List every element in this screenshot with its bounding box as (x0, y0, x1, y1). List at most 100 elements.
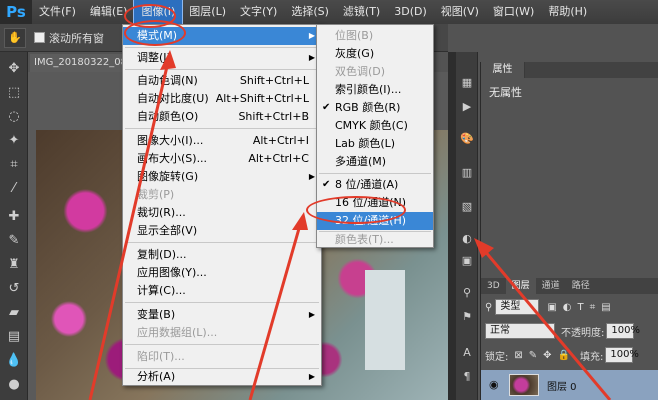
marquee-tool-icon[interactable]: ⬚ (4, 82, 24, 102)
submenu-arrow-icon: ▶ (308, 53, 315, 62)
mode-item-lab[interactable]: Lab 颜色(L) (317, 135, 433, 153)
tab-3d[interactable]: 3D (481, 278, 506, 294)
tab-paths[interactable]: 路径 (566, 278, 596, 294)
submenu-arrow-icon: ▶ (308, 31, 315, 40)
menu-item-label: 分析(A) (137, 370, 176, 383)
paragraph-panel-icon[interactable]: ¶ (459, 368, 475, 384)
magic-wand-icon[interactable]: ✦ (4, 130, 24, 150)
mode-item-multichannel[interactable]: 多通道(M) (317, 153, 433, 171)
menu-item-label: 计算(C)... (137, 284, 186, 297)
properties-content: 无属性 (489, 86, 522, 99)
menu-window[interactable]: 窗口(W) (486, 0, 541, 24)
blend-row: 正常 不透明度: 100% (485, 322, 640, 340)
dodge-tool-icon[interactable]: ● (4, 374, 24, 394)
mode-item-indexed-color[interactable]: 索引颜色(I)... (317, 81, 433, 99)
menu-item-label: 多通道(M) (335, 155, 387, 168)
eraser-tool-icon[interactable]: ▰ (4, 302, 24, 322)
layer-name[interactable]: 图层 0 (547, 378, 577, 393)
menu-item-trap: 陷印(T)... (123, 348, 321, 366)
menu-select[interactable]: 选择(S) (284, 0, 336, 24)
mode-item-rgb[interactable]: ✔ RGB 颜色(R) (317, 99, 433, 117)
layer-filter-select[interactable]: 类型 (495, 299, 540, 315)
lock-icons[interactable]: ⊠✎✥🔒 (514, 350, 576, 361)
menu-filter[interactable]: 滤镜(T) (336, 0, 387, 24)
menu-item-auto-contrast[interactable]: 自动对比度(U) Alt+Shift+Ctrl+L (123, 90, 321, 108)
properties-panel: 属性 无属性 (480, 62, 658, 278)
menu-item-label: RGB 颜色(R) (335, 101, 401, 114)
eye-icon[interactable]: ◉ (489, 378, 499, 391)
document-tab[interactable]: IMG_20180322_08 (30, 54, 126, 72)
opacity-field[interactable]: 100% (606, 323, 640, 339)
menu-item-image-rotation[interactable]: 图像旋转(G) ▶ (123, 168, 321, 186)
menu-item-reveal-all[interactable]: 显示全部(V) (123, 222, 321, 240)
menu-item-trim[interactable]: 裁切(R)... (123, 204, 321, 222)
menu-layer[interactable]: 图层(L) (182, 0, 233, 24)
lock-row: 锁定: ⊠✎✥🔒 填充: 100% (485, 346, 639, 364)
crop-tool-icon[interactable]: ⌗ (4, 154, 24, 174)
move-tool-icon[interactable]: ✥ (4, 58, 24, 78)
tab-layers[interactable]: 图层 (505, 278, 536, 294)
tab-channels[interactable]: 通道 (536, 278, 566, 294)
actions-panel-icon[interactable]: ▶ (459, 98, 475, 114)
mode-item-duotone: 双色调(D) (317, 63, 433, 81)
brush-tool-icon[interactable]: ✎ (4, 230, 24, 250)
menu-separator (125, 47, 319, 48)
menu-item-label: 画布大小(S)... (137, 152, 208, 165)
swatches-panel-icon[interactable]: ▥ (459, 164, 475, 180)
character-panel-icon[interactable]: A (459, 344, 475, 360)
menu-item-auto-tone[interactable]: 自动色调(N) Shift+Ctrl+L (123, 72, 321, 90)
filter-icons[interactable]: ▣◐T⌗▤ (547, 302, 616, 313)
gradient-tool-icon[interactable]: ▤ (4, 326, 24, 346)
layer-thumbnail (509, 374, 539, 396)
menu-3d[interactable]: 3D(D) (387, 0, 434, 24)
color-panel-icon[interactable]: 🎨 (459, 130, 475, 146)
menu-item-label: 应用数据组(L)... (137, 326, 218, 339)
fill-field[interactable]: 100% (605, 347, 639, 363)
menu-item-label: 索引颜色(I)... (335, 83, 402, 96)
layer-filter-row: ⚲ 类型 ▣◐T⌗▤ (485, 298, 617, 316)
mode-item-8bit[interactable]: ✔ 8 位/通道(A) (317, 176, 433, 194)
menu-item-duplicate[interactable]: 复制(D)... (123, 246, 321, 264)
menu-file[interactable]: 文件(F) (32, 0, 83, 24)
menu-item-shortcut: Alt+Shift+Ctrl+L (215, 92, 309, 105)
menu-item-auto-color[interactable]: 自动颜色(O) Shift+Ctrl+B (123, 108, 321, 126)
stamp-tool-icon[interactable]: ♜ (4, 254, 24, 274)
layer-item[interactable]: ◉ 图层 0 (481, 370, 658, 400)
masks-panel-icon[interactable]: ▣ (459, 252, 475, 268)
lasso-tool-icon[interactable]: ◌ (4, 106, 24, 126)
menu-separator (125, 69, 319, 70)
mode-item-grayscale[interactable]: 灰度(G) (317, 45, 433, 63)
menu-separator (125, 128, 319, 129)
history-brush-icon[interactable]: ↺ (4, 278, 24, 298)
hand-tool-icon[interactable]: ✋ (4, 27, 26, 48)
menu-item-label: Lab 颜色(L) (335, 137, 396, 150)
menu-item-crop: 裁剪(P) (123, 186, 321, 204)
menu-view[interactable]: 视图(V) (434, 0, 486, 24)
menu-item-variables[interactable]: 变量(B) ▶ (123, 306, 321, 324)
clone-source-panel-icon[interactable]: ⚑ (459, 308, 475, 324)
scroll-all-checkbox[interactable] (34, 32, 45, 43)
eyedropper-tool-icon[interactable]: ⁄ (4, 178, 24, 198)
menu-item-adjustments[interactable]: 调整(J) ▶ (123, 49, 321, 67)
brushes-panel-icon[interactable]: ⚲ (459, 284, 475, 300)
mode-item-cmyk[interactable]: CMYK 颜色(C) (317, 117, 433, 135)
blend-mode-select[interactable]: 正常 (485, 323, 555, 339)
menu-item-label: 变量(B) (137, 308, 176, 321)
adjustments-panel-icon[interactable]: ◐ (459, 230, 475, 246)
history-panel-icon[interactable]: ▦ (459, 74, 475, 90)
menu-item-canvas-size[interactable]: 画布大小(S)... Alt+Ctrl+C (123, 150, 321, 168)
menu-type[interactable]: 文字(Y) (233, 0, 284, 24)
styles-panel-icon[interactable]: ▧ (459, 198, 475, 214)
healing-brush-icon[interactable]: ✚ (4, 206, 24, 226)
properties-tab[interactable]: 属性 (481, 62, 525, 78)
menu-item-image-size[interactable]: 图像大小(I)... Alt+Ctrl+I (123, 132, 321, 150)
menu-help[interactable]: 帮助(H) (541, 0, 594, 24)
menu-item-calculations[interactable]: 计算(C)... (123, 282, 321, 300)
menu-item-analysis[interactable]: 分析(A) ▶ (123, 368, 321, 386)
dock-divider[interactable] (448, 52, 456, 400)
blur-tool-icon[interactable]: 💧 (4, 350, 24, 370)
menu-item-apply-image[interactable]: 应用图像(Y)... (123, 264, 321, 282)
menu-separator (125, 302, 319, 303)
photoshop-logo: Ps (0, 0, 32, 24)
mode-item-bitmap: 位图(B) (317, 27, 433, 45)
